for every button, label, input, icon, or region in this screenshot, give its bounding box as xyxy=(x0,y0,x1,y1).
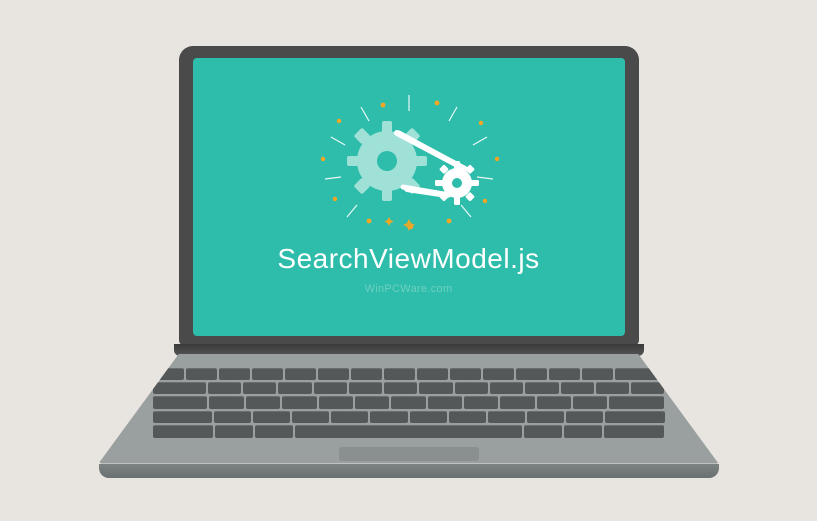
laptop-screen: SearchViewModel.js WinPCWare.com xyxy=(193,58,625,336)
laptop-screen-bezel: SearchViewModel.js WinPCWare.com xyxy=(179,46,639,346)
trackpad-icon xyxy=(339,447,479,461)
gears-graphic xyxy=(289,89,529,239)
filename-label: SearchViewModel.js xyxy=(277,243,539,275)
laptop-deck xyxy=(99,354,719,464)
laptop-front-edge xyxy=(99,464,719,478)
keyboard-icon xyxy=(149,364,669,442)
gears-icon xyxy=(289,89,529,239)
laptop-illustration: SearchViewModel.js WinPCWare.com xyxy=(99,46,719,486)
watermark-text: WinPCWare.com xyxy=(365,283,453,295)
